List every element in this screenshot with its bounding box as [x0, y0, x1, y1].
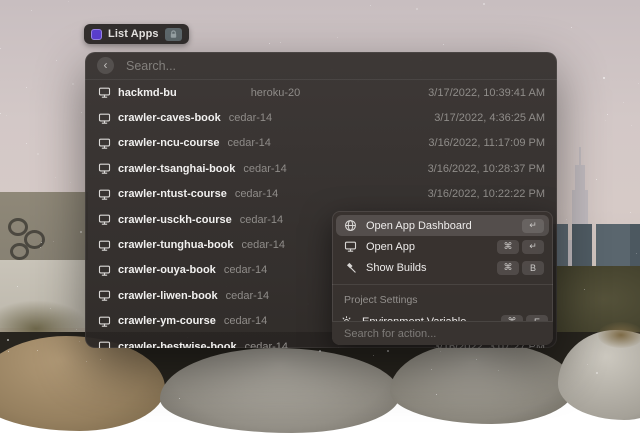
grass-tuft: [598, 322, 640, 348]
app-stack: cedar-14: [241, 239, 285, 252]
list-item[interactable]: crawler-ntust-course cedar-14 3/16/2022, 1…: [85, 182, 557, 207]
search-input[interactable]: [124, 57, 545, 74]
search-bar: ‹: [85, 52, 557, 80]
app-name: crawler-bestwise-book: [118, 340, 237, 348]
action-search-field[interactable]: Search for action...: [332, 321, 553, 345]
monitor-icon: [98, 264, 111, 277]
app-stack: cedar-14: [223, 264, 268, 277]
app-stack: cedar-14: [234, 188, 279, 201]
keycap: B: [522, 260, 544, 275]
shortcut-keys: ⌘ B: [497, 260, 544, 275]
action-item[interactable]: Open App ⌘ ↵: [336, 236, 549, 257]
keycap: ⌘: [497, 239, 519, 254]
globe-icon: [344, 219, 357, 232]
monitor-icon: [98, 86, 111, 99]
app-timestamp: 3/16/2022, 10:28:37 PM: [427, 162, 545, 175]
monitor-icon: [98, 162, 111, 175]
lock-icon: [164, 27, 182, 41]
app-name: crawler-liwen-book: [118, 289, 218, 302]
app-name: crawler-ntust-course: [118, 188, 227, 201]
app-stack: cedar-14: [228, 112, 273, 125]
monitor-icon: [98, 239, 111, 252]
list-item[interactable]: crawler-caves-book cedar-14 3/17/2022, 4:3…: [85, 105, 557, 130]
app-name: hackmd-bu: [118, 86, 177, 99]
app-name: crawler-caves-book: [118, 112, 221, 125]
monitor-icon: [98, 188, 111, 201]
app-timestamp: 3/17/2022, 10:39:41 AM: [428, 86, 545, 99]
monitor-icon: [98, 315, 111, 328]
monitor-icon: [98, 137, 111, 150]
app-timestamp: 3/16/2022, 10:22:22 PM: [427, 188, 545, 201]
keycap: ↵: [522, 218, 544, 233]
monitor-icon: [98, 112, 111, 125]
shortcut-keys: ⌘ ↵: [497, 239, 544, 254]
chevron-left-icon: ‹: [103, 58, 108, 72]
app-timestamp: 3/16/2022, 11:17:09 PM: [428, 137, 545, 150]
action-section-header: Project Settings: [344, 294, 418, 306]
back-button[interactable]: ‹: [97, 57, 114, 74]
app-stack: cedar-14: [225, 289, 270, 302]
shortcut-keys: ↵: [522, 218, 544, 233]
action-item[interactable]: Open App Dashboard ↵: [336, 215, 549, 236]
monitor-icon: [98, 213, 111, 226]
app-stack: cedar-14: [239, 213, 284, 226]
command-badge[interactable]: List Apps: [84, 24, 189, 44]
keycap: ⌘: [497, 260, 519, 275]
app-name: crawler-ym-course: [118, 315, 216, 328]
monitor-icon: [98, 340, 111, 348]
list-item[interactable]: crawler-tsanghai-book cedar-14 3/16/2022, …: [85, 156, 557, 181]
app-name: crawler-tunghua-book: [118, 239, 234, 252]
app-stack: cedar-14: [223, 315, 268, 328]
action-search-placeholder: Search for action...: [344, 327, 437, 340]
action-item-label: Open App Dashboard: [366, 219, 472, 232]
app-name: crawler-ouya-book: [118, 264, 216, 277]
app-name: crawler-usckh-course: [118, 213, 232, 226]
graffiti: [10, 243, 29, 260]
extension-icon: [91, 28, 102, 40]
app-stack: heroku-20: [250, 86, 301, 99]
monitor-icon: [98, 289, 111, 302]
monitor-icon: [344, 240, 357, 253]
action-item-label: Show Builds: [366, 261, 427, 274]
app-timestamp: 3/17/2022, 4:36:25 AM: [434, 112, 545, 125]
action-item-label: Open App: [366, 240, 415, 253]
action-panel: Open App Dashboard ↵ Open App ⌘ ↵ Show Builds…: [332, 211, 553, 345]
action-panel-items: Open App Dashboard ↵ Open App ⌘ ↵ Show Builds…: [332, 211, 553, 278]
app-stack: cedar-14: [227, 137, 271, 150]
hammer-icon: [344, 261, 357, 274]
action-item[interactable]: Show Builds ⌘ B: [336, 257, 549, 278]
app-stack: cedar-14: [244, 340, 289, 348]
command-badge-label: List Apps: [108, 28, 159, 40]
app-stack: cedar-14: [243, 162, 287, 175]
raycast-window: ‹ hackmd-bu heroku-20 3/17/2022, 10:39:41 …: [85, 52, 557, 348]
list-item[interactable]: hackmd-bu heroku-20 3/17/2022, 10:39:41 AM: [85, 80, 557, 105]
app-name: crawler-tsanghai-book: [118, 162, 236, 175]
list-item[interactable]: crawler-ncu-course cedar-14 3/16/2022, 11:…: [85, 131, 557, 156]
keycap: ↵: [522, 239, 544, 254]
app-name: crawler-ncu-course: [118, 137, 220, 150]
